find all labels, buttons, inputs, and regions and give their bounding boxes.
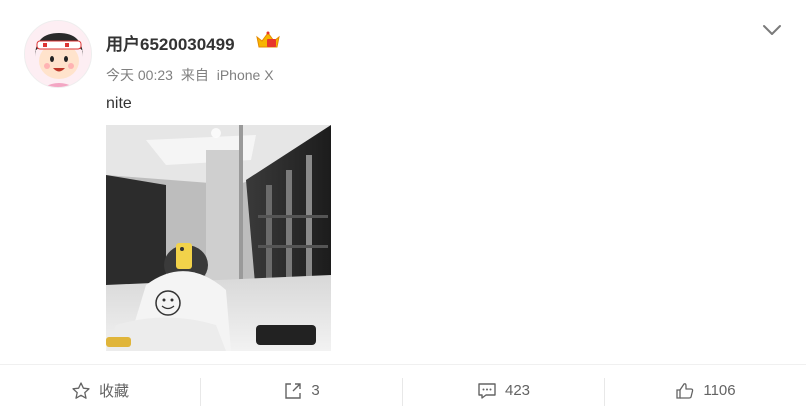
username[interactable]: 用户6520030499: [106, 30, 235, 55]
like-button[interactable]: 1106: [605, 365, 806, 416]
post-text: nite: [106, 95, 132, 112]
comment-count: 423: [504, 382, 531, 399]
avatar[interactable]: [24, 20, 92, 88]
post-time[interactable]: 今天 00:23: [106, 67, 173, 83]
post-image[interactable]: [106, 125, 331, 351]
post-meta: 今天 00:23 来自 iPhone X: [106, 65, 278, 85]
source-prefix: 来自: [180, 67, 209, 83]
comment-button[interactable]: 423: [403, 365, 604, 416]
vip-crown-icon[interactable]: [255, 30, 281, 50]
share-icon: [285, 382, 302, 399]
favorite-label: 收藏: [98, 383, 129, 400]
chevron-down-icon[interactable]: [760, 18, 784, 42]
repost-count: 3: [311, 382, 320, 399]
thumbs-up-icon: [676, 382, 694, 399]
repost-button[interactable]: 3: [201, 365, 402, 416]
action-toolbar: 收藏 3 423 1106: [0, 364, 806, 416]
like-count: 1106: [703, 382, 736, 399]
post-source[interactable]: iPhone X: [217, 67, 274, 83]
star-icon: [72, 381, 90, 399]
favorite-button[interactable]: 收藏: [0, 365, 200, 416]
comment-icon: [478, 382, 496, 399]
weibo-post-card: 用户6520030499 今天 00:23 来自 iPhone X nite 收…: [0, 0, 806, 416]
